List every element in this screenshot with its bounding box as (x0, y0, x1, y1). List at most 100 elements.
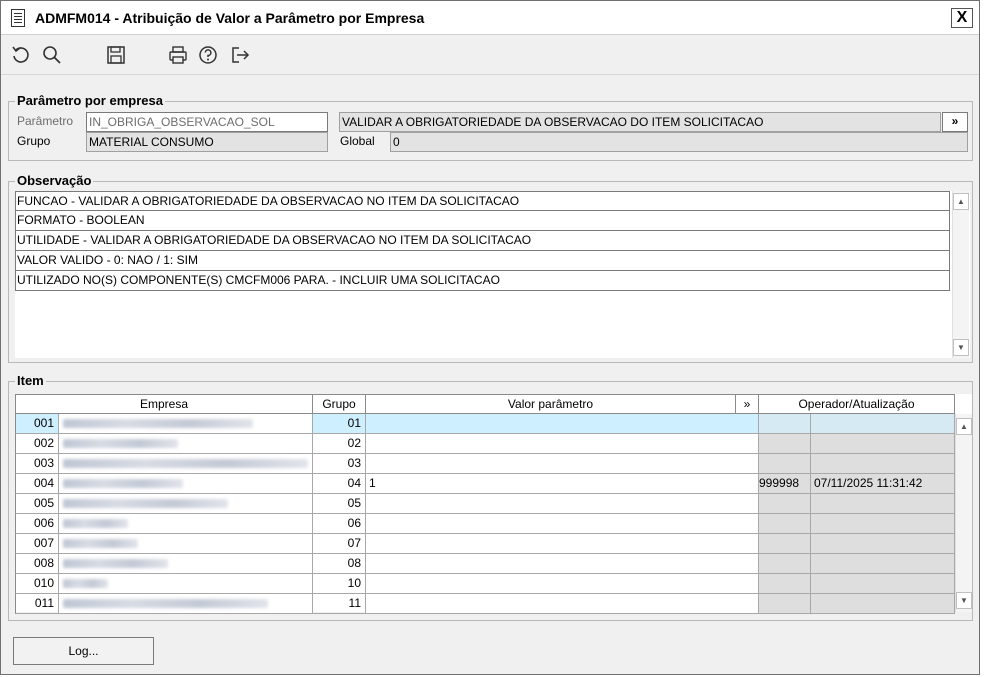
valor-parametro-input[interactable] (366, 594, 759, 614)
valor-parametro-input[interactable] (366, 534, 759, 554)
empresa-name-cell (59, 574, 313, 594)
redacted-company-name (63, 479, 183, 488)
header-valor[interactable]: Valor parâmetro (366, 394, 736, 414)
title-bar: ADMFM014 - Atribuição de Valor a Parâmet… (1, 1, 979, 35)
valor-parametro-input[interactable] (366, 554, 759, 574)
redacted-company-name (63, 459, 308, 468)
table-row[interactable]: 001 01 (15, 414, 955, 434)
table-row[interactable]: 006 06 (15, 514, 955, 534)
observacao-text-area[interactable]: FUNCAO - VALIDAR A OBRIGATORIEDADE DA OB… (15, 191, 970, 358)
grupo-cell: 10 (313, 574, 366, 594)
atualizacao-cell (811, 494, 955, 514)
valor-parametro-input[interactable] (366, 454, 759, 474)
table-row[interactable]: 007 07 (15, 534, 955, 554)
empresa-name-cell (59, 514, 313, 534)
grupo-label: Grupo (17, 134, 51, 148)
operador-cell (759, 574, 811, 594)
empresa-code-cell: 003 (15, 454, 59, 474)
empresa-code-cell: 002 (15, 434, 59, 454)
table-row[interactable]: 011 11 (15, 594, 955, 614)
scroll-down-arrow-icon[interactable]: ▼ (956, 592, 972, 609)
empresa-code-cell: 001 (15, 414, 59, 434)
operador-cell (759, 454, 811, 474)
observacao-line: UTILIZADO NO(S) COMPONENTE(S) CMCFM006 P… (15, 271, 950, 291)
operador-cell (759, 554, 811, 574)
scroll-up-arrow-icon[interactable]: ▲ (953, 193, 969, 210)
observacao-group: Observação FUNCAO - VALIDAR A OBRIGATORI… (8, 173, 973, 363)
grupo-cell: 02 (313, 434, 366, 454)
table-row[interactable]: 005 05 (15, 494, 955, 514)
item-group-legend: Item (15, 373, 46, 388)
atualizacao-cell: 07/11/2025 11:31:42 (811, 474, 955, 494)
table-row[interactable]: 008 08 (15, 554, 955, 574)
observacao-line: FORMATO - BOOLEAN (15, 211, 950, 231)
operador-cell (759, 414, 811, 434)
parametro-more-button[interactable]: » (942, 112, 968, 132)
search-icon[interactable] (41, 44, 63, 66)
valor-parametro-input[interactable]: 1 (366, 474, 759, 494)
empresa-name-cell (59, 494, 313, 514)
parametro-label: Parâmetro (17, 114, 74, 128)
redacted-company-name (63, 559, 168, 568)
close-button[interactable]: X (951, 8, 973, 28)
header-empresa[interactable]: Empresa (15, 394, 313, 414)
help-icon[interactable] (197, 44, 219, 66)
grupo-cell: 01 (313, 414, 366, 434)
header-more-button[interactable]: » (736, 394, 759, 414)
atualizacao-cell (811, 454, 955, 474)
print-icon[interactable] (167, 44, 189, 66)
operador-cell (759, 534, 811, 554)
table-row[interactable]: 010 10 (15, 574, 955, 594)
grupo-cell: 04 (313, 474, 366, 494)
observacao-scrollbar[interactable]: ▲ ▼ (952, 191, 969, 358)
empresa-name-cell (59, 434, 313, 454)
observacao-line: VALOR VALIDO - 0: NAO / 1: SIM (15, 251, 950, 271)
redacted-company-name (63, 519, 128, 528)
valor-parametro-input[interactable] (366, 494, 759, 514)
item-grid: Empresa Grupo Valor parâmetro » Operador… (15, 394, 972, 614)
item-group: Item Empresa Grupo Valor parâmetro » Ope… (8, 373, 973, 621)
grupo-cell: 06 (313, 514, 366, 534)
redacted-company-name (63, 539, 138, 548)
atualizacao-cell (811, 554, 955, 574)
parametro-group-legend: Parâmetro por empresa (15, 93, 165, 108)
header-operador[interactable]: Operador/Atualização (759, 394, 955, 414)
operador-cell (759, 434, 811, 454)
global-label: Global (340, 134, 375, 148)
empresa-code-cell: 011 (15, 594, 59, 614)
valor-parametro-input[interactable] (366, 434, 759, 454)
scroll-up-arrow-icon[interactable]: ▲ (956, 418, 972, 435)
valor-parametro-input[interactable] (366, 574, 759, 594)
window-title: ADMFM014 - Atribuição de Valor a Parâmet… (35, 10, 425, 26)
empresa-name-cell (59, 554, 313, 574)
empresa-code-cell: 007 (15, 534, 59, 554)
content-area: Parâmetro por empresa Parâmetro IN_OBRIG… (1, 74, 979, 674)
redacted-company-name (63, 599, 268, 608)
save-icon[interactable] (105, 44, 127, 66)
observacao-line: FUNCAO - VALIDAR A OBRIGATORIEDADE DA OB… (15, 191, 950, 211)
operador-cell (759, 514, 811, 534)
atualizacao-cell (811, 534, 955, 554)
table-row[interactable]: 004 04 1 999998 07/11/2025 11:31:42 (15, 474, 955, 494)
undo-icon[interactable] (10, 44, 32, 66)
parametro-group: Parâmetro por empresa Parâmetro IN_OBRIG… (8, 93, 973, 161)
redacted-company-name (63, 439, 178, 448)
empresa-code-cell: 010 (15, 574, 59, 594)
redacted-company-name (63, 499, 228, 508)
valor-parametro-input[interactable] (366, 514, 759, 534)
atualizacao-cell (811, 434, 955, 454)
item-grid-scrollbar[interactable]: ▲ ▼ (955, 414, 972, 612)
empresa-name-cell (59, 474, 313, 494)
toolbar (1, 36, 979, 74)
grupo-cell: 11 (313, 594, 366, 614)
scroll-down-arrow-icon[interactable]: ▼ (953, 339, 969, 356)
redacted-company-name (63, 579, 108, 588)
exit-icon[interactable] (229, 44, 251, 66)
table-row[interactable]: 002 02 (15, 434, 955, 454)
table-row[interactable]: 003 03 (15, 454, 955, 474)
redacted-company-name (63, 419, 253, 428)
valor-parametro-input[interactable] (366, 414, 759, 434)
header-grupo[interactable]: Grupo (313, 394, 366, 414)
parametro-field[interactable]: IN_OBRIGA_OBSERVACAO_SOL (86, 112, 328, 132)
log-button[interactable]: Log... (13, 637, 154, 665)
